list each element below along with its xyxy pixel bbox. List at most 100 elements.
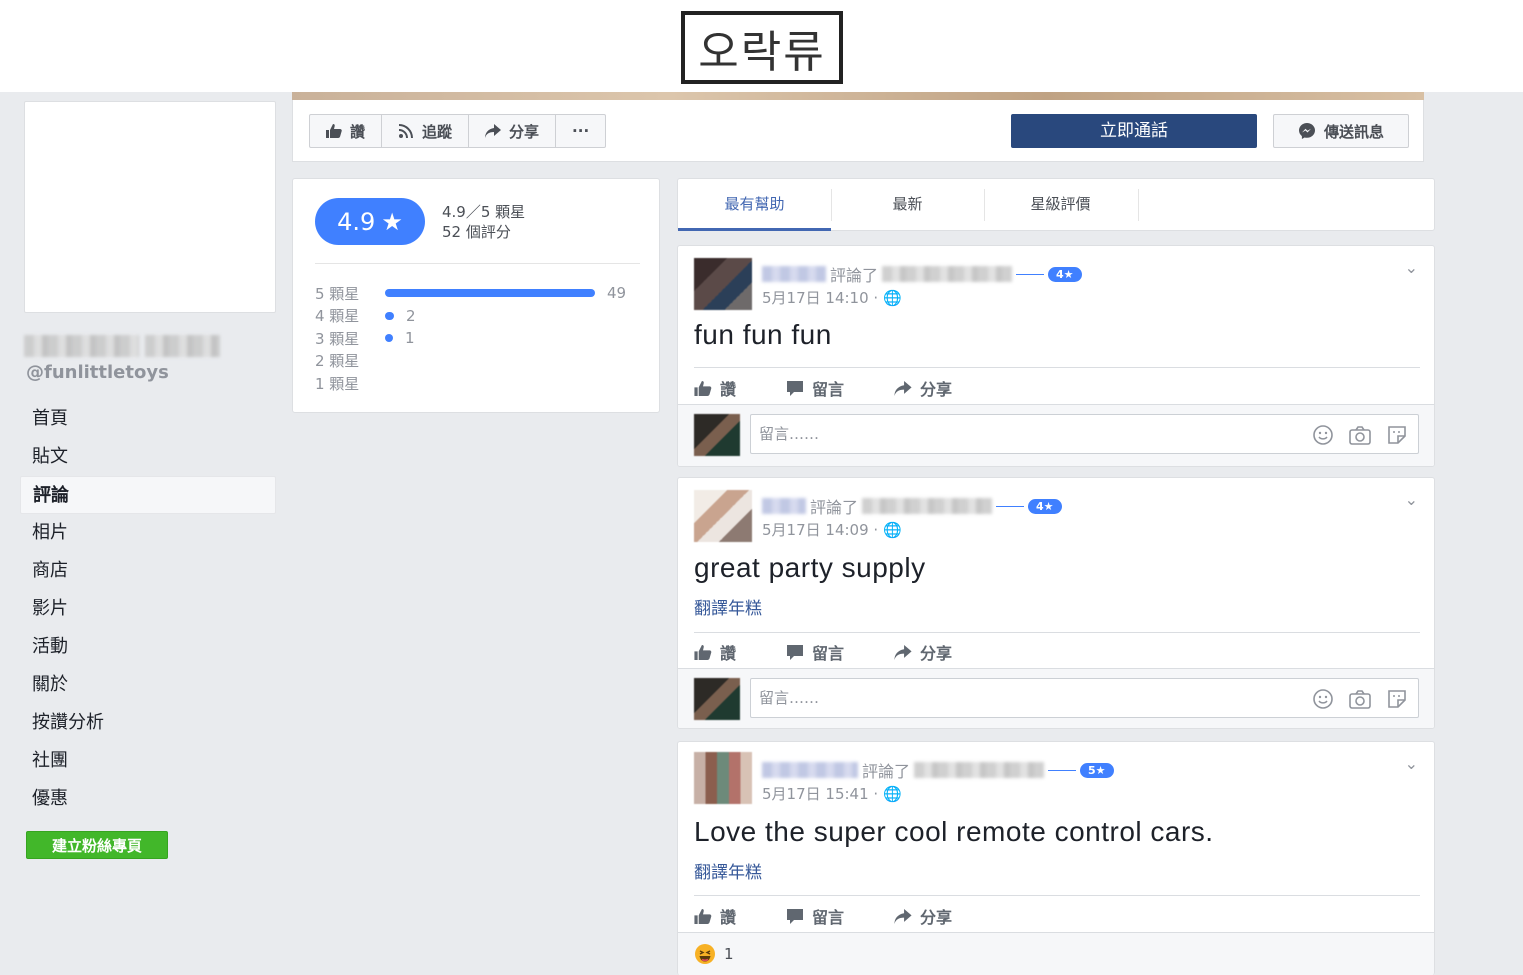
sidebar-item-reviews[interactable]: 評論: [20, 476, 276, 514]
sidebar-item-posts[interactable]: 貼文: [20, 438, 276, 476]
review-post: 評論了 4★ 5月17日 14:09 · 🌐 ⌄ great party sup…: [677, 477, 1435, 729]
timestamp-text: 5月17日 15:41 ·: [762, 785, 879, 803]
chevron-down-icon[interactable]: ⌄: [1405, 754, 1418, 773]
like-label: 讚: [720, 644, 737, 663]
rating-row[interactable]: 4 顆星 2: [315, 305, 416, 327]
reviewer-avatar[interactable]: [694, 752, 752, 804]
page-handle[interactable]: @funlittletoys: [26, 362, 169, 383]
follow-button[interactable]: 追蹤: [382, 115, 470, 147]
reviewer-name-blurred[interactable]: [762, 498, 806, 514]
rating-row-label: 2 顆星: [315, 352, 360, 370]
see-translation-link[interactable]: 翻譯年糕: [694, 858, 762, 883]
divider: [694, 895, 1420, 896]
thumbs-up-icon: [326, 124, 342, 138]
tab-most-helpful[interactable]: 最有幫助: [678, 179, 831, 231]
reviewed-text: 評論了: [830, 266, 879, 285]
page-name-blurred[interactable]: [882, 266, 1013, 282]
send-message-button[interactable]: 傳送訊息: [1273, 114, 1409, 148]
sidebar-nav: 首頁 貼文 評論 相片 商店 影片 活動 關於 按讚分析 社團 優惠: [20, 400, 276, 818]
review-timestamp[interactable]: 5月17日 15:41 · 🌐: [762, 783, 902, 804]
create-page-button[interactable]: 建立粉絲專頁: [26, 831, 168, 859]
sidebar-item-shop[interactable]: 商店: [20, 552, 276, 590]
more-options-button[interactable]: ···: [556, 115, 605, 147]
profile-picture[interactable]: [24, 101, 276, 313]
reviewer-avatar[interactable]: [694, 258, 752, 310]
globe-icon: 🌐: [882, 521, 902, 539]
sidebar-item-offers[interactable]: 優惠: [20, 780, 276, 818]
reaction-count: 1: [724, 945, 734, 963]
emoji-icon[interactable]: [1312, 688, 1334, 710]
divider: [315, 263, 640, 264]
rating-row[interactable]: 5 顆星 49: [315, 282, 626, 304]
like-button[interactable]: 讚: [694, 640, 736, 664]
share-label: 分享: [920, 644, 953, 663]
connector-line: [1048, 769, 1077, 771]
share-button[interactable]: 分享: [894, 376, 952, 400]
sticker-icon[interactable]: [1386, 424, 1408, 446]
review-header: 評論了 4★: [762, 494, 1062, 518]
comment-icon: [787, 380, 804, 396]
comment-button[interactable]: 留言: [786, 640, 844, 664]
divider: [694, 367, 1420, 368]
reviews-tab-bar: 最有幫助 最新 星級評價: [677, 178, 1435, 231]
review-actions: 讚 留言 分享: [694, 904, 952, 928]
sidebar-item-groups[interactable]: 社團: [20, 742, 276, 780]
comment-button[interactable]: 留言: [786, 904, 844, 928]
star-rating-badge: 4★: [1048, 266, 1082, 282]
call-now-button[interactable]: 立即通話: [1011, 114, 1257, 148]
rating-row[interactable]: 2 顆星: [315, 350, 385, 372]
rating-row-label: 1 顆星: [315, 374, 360, 393]
like-label: 讚: [720, 908, 737, 927]
rating-row[interactable]: 3 顆星 1: [315, 327, 415, 349]
viewer-avatar: [694, 678, 740, 720]
rating-score: 4.9: [337, 207, 376, 236]
share-arrow-icon: [894, 380, 912, 396]
sidebar-item-events[interactable]: 活動: [20, 628, 276, 666]
page-name-blurred[interactable]: [862, 498, 993, 514]
sidebar-item-about[interactable]: 關於: [20, 666, 276, 704]
sticker-icon[interactable]: [1386, 688, 1408, 710]
sidebar-item-home[interactable]: 首頁: [20, 400, 276, 438]
comment-label: 留言: [812, 644, 845, 663]
sidebar-item-photos[interactable]: 相片: [20, 514, 276, 552]
page-name-blurred[interactable]: [914, 762, 1045, 778]
comment-button[interactable]: 留言: [786, 376, 844, 400]
sidebar-item-videos[interactable]: 影片: [20, 590, 276, 628]
rating-row-count: 2: [406, 306, 416, 325]
like-button[interactable]: 讚: [694, 904, 736, 928]
divider: [694, 632, 1420, 633]
review-timestamp[interactable]: 5月17日 14:09 · 🌐: [762, 519, 902, 540]
reviewer-name-blurred[interactable]: [762, 762, 858, 778]
review-timestamp[interactable]: 5月17日 14:10 · 🌐: [762, 287, 902, 308]
share-button[interactable]: 分享: [894, 640, 952, 664]
share-label: 分享: [920, 908, 953, 927]
viewer-avatar: [694, 414, 740, 456]
haha-reaction-icon: [695, 944, 715, 964]
see-translation-link[interactable]: 翻譯年糕: [694, 594, 762, 619]
share-button[interactable]: 分享: [894, 904, 952, 928]
star-rating-badge: 4★: [1028, 498, 1062, 514]
tab-star-rating[interactable]: 星級評價: [984, 179, 1137, 231]
camera-icon[interactable]: [1348, 424, 1372, 446]
chevron-down-icon[interactable]: ⌄: [1405, 490, 1418, 509]
globe-icon: 🌐: [882, 785, 902, 803]
share-arrow-icon: [894, 908, 912, 924]
reaction-summary[interactable]: 1: [694, 943, 734, 965]
rating-row[interactable]: 1 顆星: [315, 372, 385, 394]
tab-newest[interactable]: 最新: [831, 179, 984, 231]
camera-icon[interactable]: [1348, 688, 1372, 710]
tab-divider: [1138, 189, 1139, 221]
like-page-button[interactable]: 讚: [310, 115, 383, 147]
chevron-down-icon[interactable]: ⌄: [1405, 258, 1418, 277]
sidebar-item-likes[interactable]: 按讚分析: [20, 704, 276, 742]
share-page-button[interactable]: 分享: [469, 115, 557, 147]
review-text: Love the super cool remote control cars.: [694, 816, 1214, 847]
page-name-blurred[interactable]: [24, 333, 220, 359]
reviewer-name-blurred[interactable]: [762, 266, 826, 282]
reactions-bar: 1: [678, 932, 1434, 975]
like-button[interactable]: 讚: [694, 376, 736, 400]
reviewed-text: 評論了: [862, 762, 911, 781]
rating-row-count: 1: [405, 329, 415, 347]
emoji-icon[interactable]: [1312, 424, 1334, 446]
reviewer-avatar[interactable]: [694, 490, 752, 542]
